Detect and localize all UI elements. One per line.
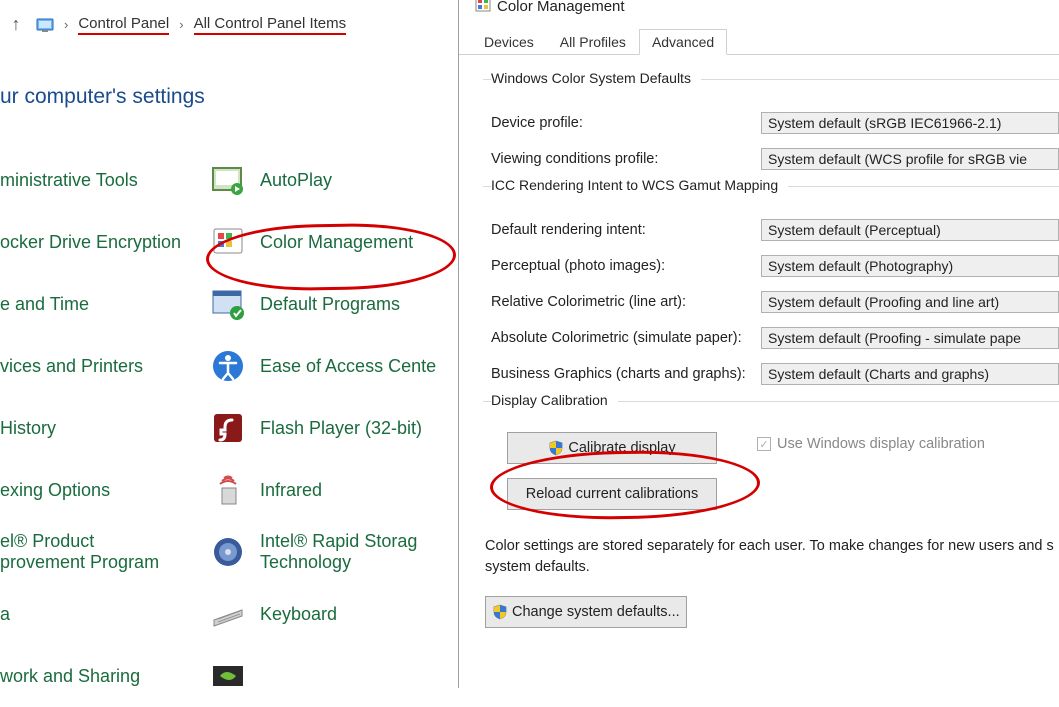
business-graphics-label: Business Graphics (charts and graphs): <box>491 366 761 382</box>
cp-item-default-programs[interactable]: Default Programs <box>210 286 458 322</box>
device-profile-select[interactable]: System default (sRGB IEC61966-2.1) <box>761 112 1059 134</box>
calibrate-display-button[interactable]: Calibrate display <box>507 432 717 464</box>
breadcrumb-all-items[interactable]: All Control Panel Items <box>194 15 347 35</box>
breadcrumb: ↑ › Control Panel › All Control Panel It… <box>0 0 458 45</box>
group-title: ICC Rendering Intent to WCS Gamut Mappin… <box>491 177 788 193</box>
viewing-conditions-select[interactable]: System default (WCS profile for sRGB vie <box>761 148 1059 170</box>
cp-item-keyboard[interactable]: Keyboard <box>210 596 458 632</box>
ease-of-access-icon <box>210 348 246 384</box>
uac-shield-icon <box>492 604 508 620</box>
tab-all-profiles[interactable]: All Profiles <box>547 29 639 54</box>
nvidia-icon <box>210 658 246 694</box>
group-display-calibration: Display Calibration Calibrate display Re… <box>483 401 1059 520</box>
cp-item-infrared[interactable]: Infrared <box>210 472 458 508</box>
cp-item-nvidia[interactable] <box>210 658 458 694</box>
chevron-right-icon: › <box>179 17 183 32</box>
cp-item-file-history[interactable]: History <box>0 418 210 439</box>
flash-player-icon <box>210 410 246 446</box>
default-rendering-intent-select[interactable]: System default (Perceptual) <box>761 219 1059 241</box>
viewing-conditions-label: Viewing conditions profile: <box>491 151 761 167</box>
cp-item-date-time[interactable]: e and Time <box>0 294 210 315</box>
cp-item-java[interactable]: a <box>0 604 210 625</box>
up-arrow-icon[interactable]: ↑ <box>6 14 26 35</box>
page-title: ur computer's settings <box>0 85 458 109</box>
default-rendering-intent-label: Default rendering intent: <box>491 222 761 238</box>
color-management-icon <box>210 224 246 260</box>
device-profile-label: Device profile: <box>491 115 761 131</box>
use-windows-calibration-checkbox[interactable]: ✓ Use Windows display calibration <box>757 436 985 452</box>
group-icc-rendering-intent: ICC Rendering Intent to WCS Gamut Mappin… <box>483 186 1059 385</box>
change-system-defaults-button[interactable]: Change system defaults... <box>485 596 687 628</box>
control-panel-window: ↑ › Control Panel › All Control Panel It… <box>0 0 458 688</box>
dialog-titlebar: Color Management <box>459 0 1059 18</box>
cp-item-flash-player[interactable]: Flash Player (32-bit) <box>210 410 458 446</box>
cp-item-color-management[interactable]: Color Management <box>210 224 458 260</box>
cp-item-ease-of-access[interactable]: Ease of Access Cente <box>210 348 458 384</box>
keyboard-icon <box>210 596 246 632</box>
cp-item-intel-product-improvement[interactable]: el® Product provement Program <box>0 531 210 573</box>
breadcrumb-control-panel[interactable]: Control Panel <box>78 15 169 35</box>
absolute-colorimetric-label: Absolute Colorimetric (simulate paper): <box>491 330 761 346</box>
tab-strip: Devices All Profiles Advanced <box>471 28 1059 54</box>
group-windows-color-system-defaults: Windows Color System Defaults Device pro… <box>483 79 1059 170</box>
autoplay-icon <box>210 162 246 198</box>
dialog-title-text: Color Management <box>497 0 625 15</box>
absolute-colorimetric-select[interactable]: System default (Proofing - simulate pape <box>761 327 1059 349</box>
color-management-icon <box>475 0 491 16</box>
checkbox-icon: ✓ <box>757 437 771 451</box>
uac-shield-icon <box>548 440 564 456</box>
cp-item-indexing-options[interactable]: exing Options <box>0 480 210 501</box>
cp-item-administrative-tools[interactable]: ministrative Tools <box>0 170 210 191</box>
color-management-dialog: Color Management Devices All Profiles Ad… <box>458 0 1059 688</box>
chevron-right-icon: › <box>64 17 68 32</box>
intel-storage-icon <box>210 534 246 570</box>
cp-item-autoplay[interactable]: AutoPlay <box>210 162 458 198</box>
info-text: Color settings are stored separately for… <box>485 536 1059 578</box>
cp-item-network-sharing[interactable]: work and Sharing <box>0 666 210 687</box>
advanced-tab-panel: Windows Color System Defaults Device pro… <box>459 54 1059 638</box>
perceptual-label: Perceptual (photo images): <box>491 258 761 274</box>
business-graphics-select[interactable]: System default (Charts and graphs) <box>761 363 1059 385</box>
relative-colorimetric-select[interactable]: System default (Proofing and line art) <box>761 291 1059 313</box>
default-programs-icon <box>210 286 246 322</box>
tab-advanced[interactable]: Advanced <box>639 29 727 55</box>
infrared-icon <box>210 472 246 508</box>
control-panel-icon[interactable] <box>36 16 54 34</box>
group-title: Windows Color System Defaults <box>491 70 701 86</box>
relative-colorimetric-label: Relative Colorimetric (line art): <box>491 294 761 310</box>
tab-devices[interactable]: Devices <box>471 29 547 54</box>
cp-item-intel-rapid-storage[interactable]: Intel® Rapid Storag Technology <box>210 531 458 573</box>
control-panel-items-grid: ministrative Tools AutoPlay ocker Drive … <box>0 149 458 707</box>
reload-calibrations-button[interactable]: Reload current calibrations <box>507 478 717 510</box>
cp-item-devices-printers[interactable]: vices and Printers <box>0 356 210 377</box>
group-title: Display Calibration <box>491 392 618 408</box>
cp-item-bitlocker[interactable]: ocker Drive Encryption <box>0 232 210 253</box>
perceptual-select[interactable]: System default (Photography) <box>761 255 1059 277</box>
